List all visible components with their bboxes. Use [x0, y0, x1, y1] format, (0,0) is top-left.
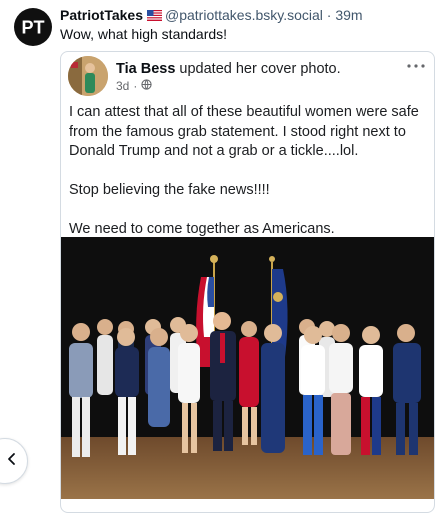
- globe-icon: [141, 79, 152, 93]
- embed-action: updated her cover photo.: [179, 61, 341, 77]
- author-handle[interactable]: @patriottakes.bsky.social: [165, 7, 323, 23]
- embed-time: 3d: [116, 79, 130, 93]
- post-text: Wow, what high standards!: [60, 26, 228, 42]
- embed-paragraph: I can attest that all of these beautiful…: [69, 104, 419, 159]
- author-avatar[interactable]: PT: [14, 8, 52, 46]
- chevron-left-icon: [0, 452, 19, 471]
- embed-paragraph: Stop believing the fake news!!!!: [69, 182, 270, 198]
- embed-heading: Tia Bess updated her cover photo.: [116, 60, 341, 78]
- post-age[interactable]: 39m: [335, 7, 362, 23]
- embed-meta-separator: ·: [133, 79, 138, 93]
- post-header: PatriotTakes @patriottakes.bsky.social ·…: [60, 6, 432, 25]
- group-photo: [61, 237, 434, 499]
- avatar-initials: PT: [21, 18, 44, 38]
- embed-meta: 3d ·: [116, 79, 152, 93]
- embed-author-name: Tia Bess: [116, 61, 176, 77]
- patriottakes-logo: PT: [21, 18, 44, 38]
- more-icon: [404, 58, 428, 74]
- embed-profile-avatar: [68, 56, 108, 96]
- us-flag-icon: [147, 7, 162, 25]
- author-name[interactable]: PatriotTakes: [60, 7, 143, 23]
- header-separator: ·: [326, 7, 332, 23]
- embedded-image[interactable]: Tia Bess updated her cover photo. 3d · I…: [60, 51, 435, 513]
- embed-body: I can attest that all of these beautiful…: [69, 103, 429, 259]
- back-button[interactable]: [0, 438, 28, 484]
